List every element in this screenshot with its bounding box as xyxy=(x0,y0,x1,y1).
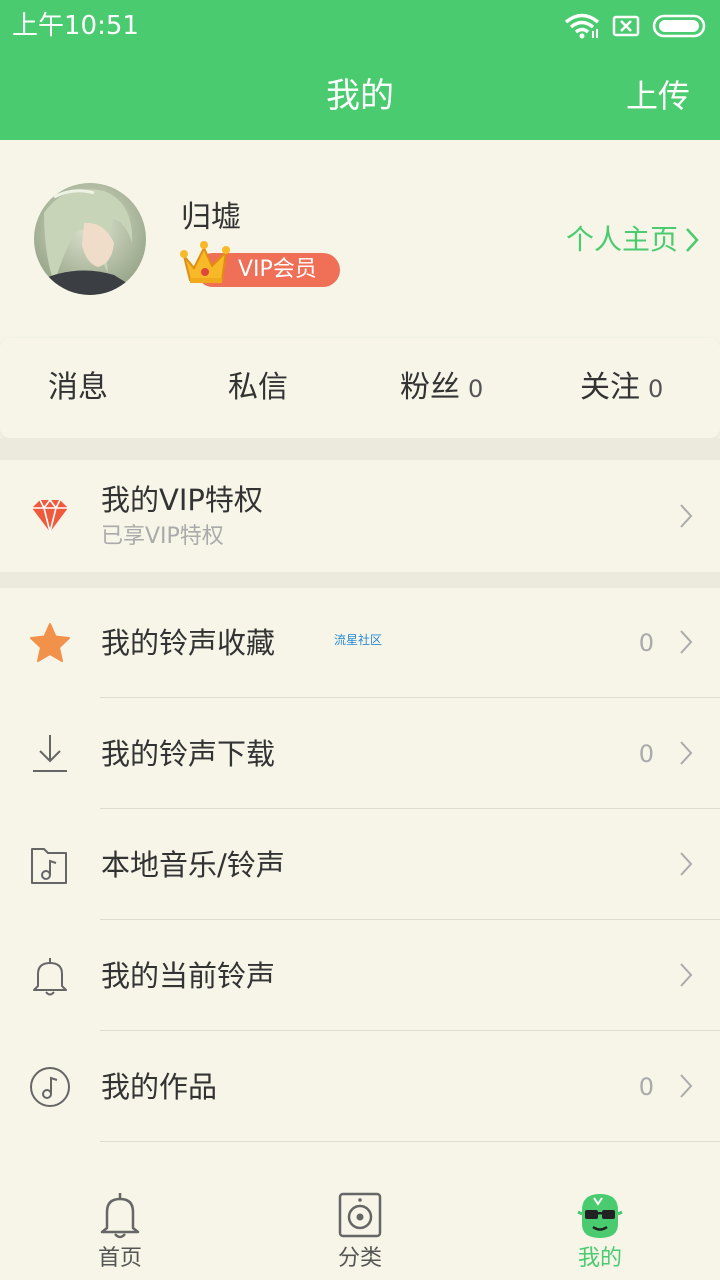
username: 归墟 xyxy=(181,200,241,235)
avatar[interactable] xyxy=(34,183,146,295)
chevron-right-icon xyxy=(680,963,693,987)
chevron-right-icon xyxy=(680,1074,693,1098)
music-note-icon xyxy=(30,1067,70,1107)
vip-subtitle: 已享VIP特权 xyxy=(101,524,224,549)
stats-bar: 消息 私信 粉丝 0 关注 0 xyxy=(0,338,720,438)
tab-label: 分类 xyxy=(337,1246,382,1271)
followers-count: 0 xyxy=(468,375,484,403)
bell-icon xyxy=(100,1193,140,1239)
bottom-tab-bar: 首页 分类 我的 xyxy=(0,1180,720,1280)
chevron-right-icon xyxy=(680,741,693,765)
stat-private-messages[interactable]: 私信 xyxy=(228,368,288,408)
battery-icon xyxy=(652,14,706,38)
menu-label: 我的当前铃声 xyxy=(101,959,276,993)
row-divider xyxy=(100,1141,720,1142)
sim-off-icon xyxy=(612,15,640,37)
star-icon xyxy=(30,623,70,662)
menu-count: 0 xyxy=(638,740,654,768)
app-header: 上午10:51 我的 上传 xyxy=(0,0,720,140)
tab-label: 我的 xyxy=(577,1246,622,1271)
menu-item-local-music[interactable]: 本地音乐/铃声 xyxy=(0,809,720,919)
menu-count: 0 xyxy=(638,629,654,657)
upload-button[interactable]: 上传 xyxy=(626,72,690,120)
chevron-right-icon xyxy=(680,504,693,528)
menu-label: 我的铃声收藏 xyxy=(101,626,276,660)
tab-label: 首页 xyxy=(97,1246,142,1271)
status-icons xyxy=(564,11,708,41)
chevron-right-icon xyxy=(680,852,693,876)
stat-messages[interactable]: 消息 xyxy=(48,368,108,408)
tab-category[interactable]: 分类 xyxy=(240,1180,480,1280)
crown-icon xyxy=(180,241,230,283)
menu-item-current-ringtone[interactable]: 我的当前铃声 xyxy=(0,920,720,1030)
stat-following[interactable]: 关注 0 xyxy=(580,368,663,408)
page-title: 我的 xyxy=(326,76,394,116)
diamond-icon xyxy=(32,498,68,533)
chevron-right-icon xyxy=(680,630,693,654)
music-folder-icon xyxy=(31,848,67,884)
menu-label: 本地音乐/铃声 xyxy=(101,848,285,882)
tab-home[interactable]: 首页 xyxy=(0,1180,240,1280)
menu-label: 我的作品 xyxy=(101,1070,218,1104)
menu-item-my-works[interactable]: 我的作品 0 xyxy=(0,1031,720,1141)
mascot-icon xyxy=(577,1194,623,1238)
vip-privilege-row[interactable]: 我的VIP特权 已享VIP特权 xyxy=(0,460,720,572)
vip-title: 我的VIP特权 xyxy=(101,483,263,517)
bell-icon xyxy=(33,958,67,996)
watermark: 流星社区 xyxy=(334,633,383,647)
wifi-icon xyxy=(564,13,600,39)
menu-label: 我的铃声下载 xyxy=(101,737,276,771)
homepage-link[interactable]: 个人主页 xyxy=(566,220,700,260)
stat-followers[interactable]: 粉丝 0 xyxy=(400,368,483,408)
section-divider xyxy=(0,438,720,460)
following-count: 0 xyxy=(648,375,664,403)
status-time: 上午10:51 xyxy=(12,11,139,41)
menu-item-downloads[interactable]: 我的铃声下载 0 xyxy=(0,698,720,808)
profile-section: 归墟 VIP会员 个人主页 xyxy=(0,140,720,338)
speaker-icon xyxy=(338,1192,382,1238)
chevron-right-icon xyxy=(686,228,699,252)
tab-mine[interactable]: 我的 xyxy=(480,1180,720,1280)
section-divider xyxy=(0,572,720,588)
menu-count: 0 xyxy=(638,1073,654,1101)
homepage-label: 个人主页 xyxy=(565,223,678,256)
download-icon xyxy=(33,735,67,772)
